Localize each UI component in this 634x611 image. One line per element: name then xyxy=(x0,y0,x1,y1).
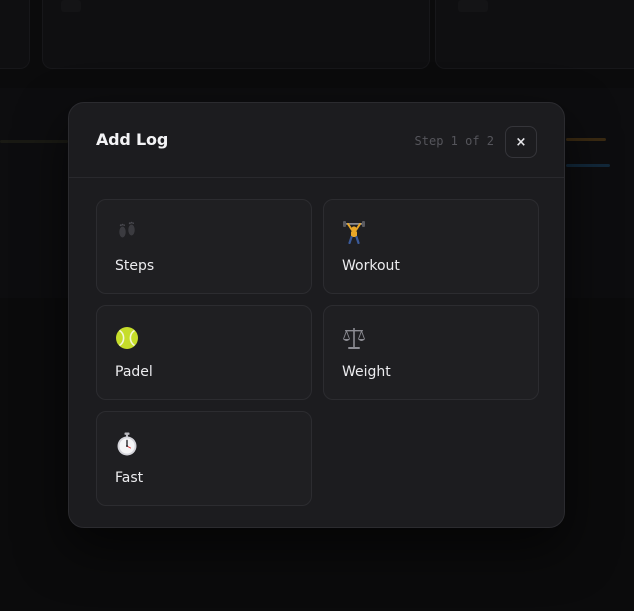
background-card xyxy=(435,0,634,69)
option-label: Padel xyxy=(115,364,153,380)
scales-icon xyxy=(343,328,365,349)
footprints-icon xyxy=(119,221,135,238)
background-card xyxy=(0,0,30,69)
close-button[interactable]: × xyxy=(505,126,537,158)
option-label: Weight xyxy=(342,364,391,380)
close-icon: × xyxy=(515,134,527,150)
background-value xyxy=(458,0,488,12)
background-progress xyxy=(566,164,610,167)
option-steps[interactable]: Steps xyxy=(96,199,312,294)
option-label: Workout xyxy=(342,258,400,274)
background-progress xyxy=(566,138,606,141)
add-log-dialog: Add Log Step 1 of 2 × Steps Workout Pade… xyxy=(68,102,565,528)
option-fast[interactable]: Fast xyxy=(96,411,312,506)
option-workout[interactable]: Workout xyxy=(323,199,539,294)
option-weight[interactable]: Weight xyxy=(323,305,539,400)
option-label: Fast xyxy=(115,470,144,486)
weightlifter-icon xyxy=(343,221,365,244)
stopwatch-icon xyxy=(117,432,137,456)
option-padel[interactable]: Padel xyxy=(96,305,312,400)
log-type-options: Steps Workout Padel Weight Fast xyxy=(96,199,539,506)
background-progress xyxy=(0,140,68,143)
option-label: Steps xyxy=(115,258,155,274)
background-card xyxy=(42,0,430,69)
step-indicator: Step 1 of 2 xyxy=(414,134,494,148)
background-icon xyxy=(61,0,81,12)
dialog-header: Add Log Step 1 of 2 × xyxy=(69,103,564,178)
dialog-title: Add Log xyxy=(96,130,169,149)
tennis-ball-icon xyxy=(116,327,138,349)
